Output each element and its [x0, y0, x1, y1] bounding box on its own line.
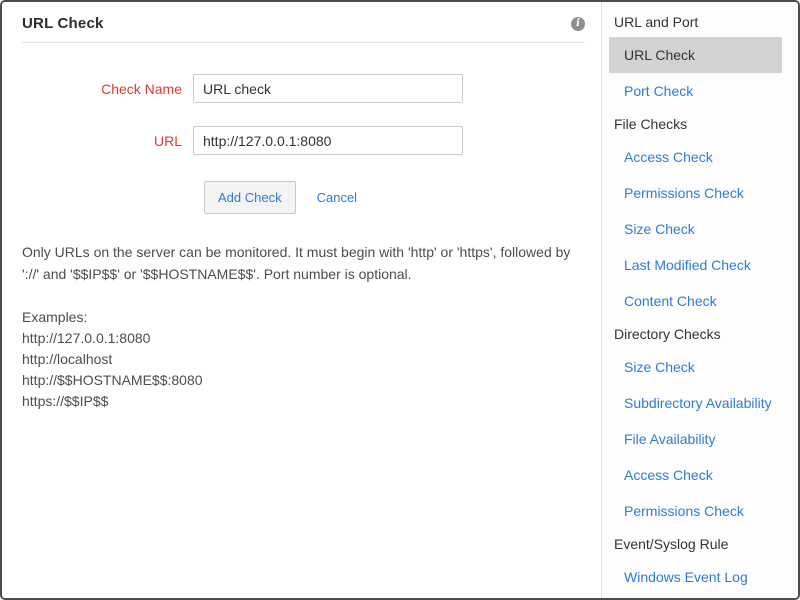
sidebar-section-url-and-port: URL and Port: [602, 7, 798, 37]
sidebar-item-last-modified-check[interactable]: Last Modified Check: [602, 247, 798, 283]
url-check-form: Check Name URL Add Check Cancel: [2, 74, 601, 214]
sidebar-item-linux-syslog[interactable]: Linux Syslog: [602, 595, 798, 598]
example-url: http://127.0.0.1:8080: [22, 328, 581, 349]
add-check-button[interactable]: Add Check: [204, 181, 296, 214]
cancel-link[interactable]: Cancel: [317, 190, 357, 205]
example-url: http://localhost: [22, 349, 581, 370]
sidebar-item-permissions-check[interactable]: Permissions Check: [602, 175, 798, 211]
examples-label: Examples:: [22, 307, 581, 328]
sidebar-item-url-check[interactable]: URL Check: [609, 37, 782, 73]
form-actions: Add Check Cancel: [204, 181, 601, 214]
url-input[interactable]: [193, 126, 463, 155]
check-name-row: Check Name: [2, 74, 601, 103]
sidebar-section-event-syslog-rule: Event/Syslog Rule: [602, 529, 798, 559]
sidebar-item-dir-access-check[interactable]: Access Check: [602, 457, 798, 493]
panel-header: URL Check i: [22, 15, 585, 43]
sidebar-section-file-checks: File Checks: [602, 109, 798, 139]
sidebar-item-access-check[interactable]: Access Check: [602, 139, 798, 175]
examples-block: Examples: http://127.0.0.1:8080 http://l…: [22, 307, 581, 412]
sidebar-item-windows-event-log[interactable]: Windows Event Log: [602, 559, 798, 595]
page-title: URL Check: [22, 15, 104, 32]
info-icon[interactable]: i: [571, 17, 585, 31]
main-panel: URL Check i Check Name URL Add Check Can…: [2, 2, 601, 598]
sidebar-item-size-check[interactable]: Size Check: [602, 211, 798, 247]
check-name-label: Check Name: [2, 81, 193, 97]
sidebar-item-port-check[interactable]: Port Check: [602, 73, 798, 109]
sidebar-item-dir-permissions-check[interactable]: Permissions Check: [602, 493, 798, 529]
check-name-input[interactable]: [193, 74, 463, 103]
sidebar-item-content-check[interactable]: Content Check: [602, 283, 798, 319]
example-url: http://$$HOSTNAME$$:8080: [22, 370, 581, 391]
sidebar-item-subdirectory-availability[interactable]: Subdirectory Availability: [602, 385, 798, 421]
check-types-sidebar: URL and Port URL Check Port Check File C…: [601, 2, 798, 598]
url-check-window: URL Check i Check Name URL Add Check Can…: [0, 0, 800, 600]
sidebar-section-directory-checks: Directory Checks: [602, 319, 798, 349]
sidebar-item-file-availability[interactable]: File Availability: [602, 421, 798, 457]
help-text: Only URLs on the server can be monitored…: [22, 241, 580, 285]
url-row: URL: [2, 126, 601, 155]
url-label: URL: [2, 133, 193, 149]
example-url: https://$$IP$$: [22, 391, 581, 412]
sidebar-item-dir-size-check[interactable]: Size Check: [602, 349, 798, 385]
